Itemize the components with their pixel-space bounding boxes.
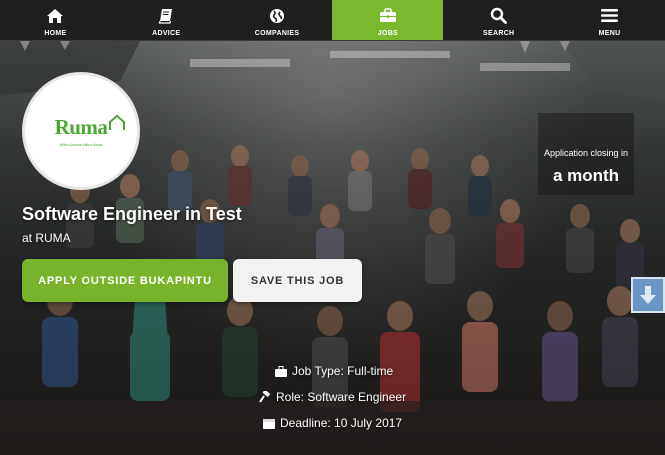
nav-label-jobs: JOBS	[377, 29, 399, 37]
gavel-icon	[259, 391, 270, 403]
home-icon	[46, 6, 64, 26]
nav-menu[interactable]: MENU	[554, 0, 665, 40]
nav-jobs[interactable]: JOBS	[332, 0, 444, 40]
globe-icon	[269, 6, 285, 26]
nav-label-advice: ADVICE	[152, 29, 181, 37]
job-type-text: Job Type: Full-time	[292, 364, 394, 378]
apply-button[interactable]: APPLY OUTSIDE BUKAPINTU	[22, 259, 228, 302]
arrow-down-icon	[640, 286, 656, 304]
nav-companies[interactable]: COMPANIES	[222, 0, 333, 40]
deadline-text: Deadline: 10 July 2017	[280, 416, 403, 430]
save-job-button[interactable]: SAVE THIS JOB	[233, 259, 362, 302]
top-nav: HOME ADVICE COMPANIES JOBS SEARCH MENU	[0, 0, 665, 41]
nav-label-home: HOME	[44, 29, 67, 37]
role-row: Role: Software Engineer	[259, 390, 406, 404]
search-icon	[490, 6, 508, 26]
hamburger-icon	[601, 6, 619, 26]
house-roof-icon	[109, 114, 125, 130]
nav-advice[interactable]: ADVICE	[111, 0, 222, 40]
nav-label-search: SEARCH	[483, 29, 515, 37]
closing-panel: Application closing in a month	[538, 113, 634, 195]
logo-tagline: Mitra Usaha Mikro Anda	[59, 142, 103, 147]
deadline-row: Deadline: 10 July 2017	[263, 416, 402, 430]
calendar-icon	[263, 418, 275, 429]
job-type-row: Job Type: Full-time	[275, 364, 393, 378]
briefcase-icon	[379, 6, 397, 26]
job-hero: Ruma Mitra Usaha Mikro Anda Software Eng…	[0, 41, 665, 455]
nav-home[interactable]: HOME	[0, 0, 111, 40]
scroll-down-button[interactable]	[631, 277, 665, 313]
role-text: Role: Software Engineer	[276, 390, 407, 404]
company-logo[interactable]: Ruma Mitra Usaha Mikro Anda	[22, 72, 140, 190]
logo-wordmark: Ruma	[54, 115, 108, 139]
company-name[interactable]: at RUMA	[22, 231, 71, 245]
closing-label: Application closing in	[543, 148, 629, 158]
nav-search[interactable]: SEARCH	[443, 0, 554, 40]
briefcase-icon	[275, 365, 287, 377]
nav-label-companies: COMPANIES	[254, 29, 300, 37]
closing-value: a month	[552, 166, 620, 185]
nav-label-menu: MENU	[598, 29, 621, 37]
book-icon	[158, 6, 174, 26]
job-title: Software Engineer in Test	[22, 204, 242, 224]
